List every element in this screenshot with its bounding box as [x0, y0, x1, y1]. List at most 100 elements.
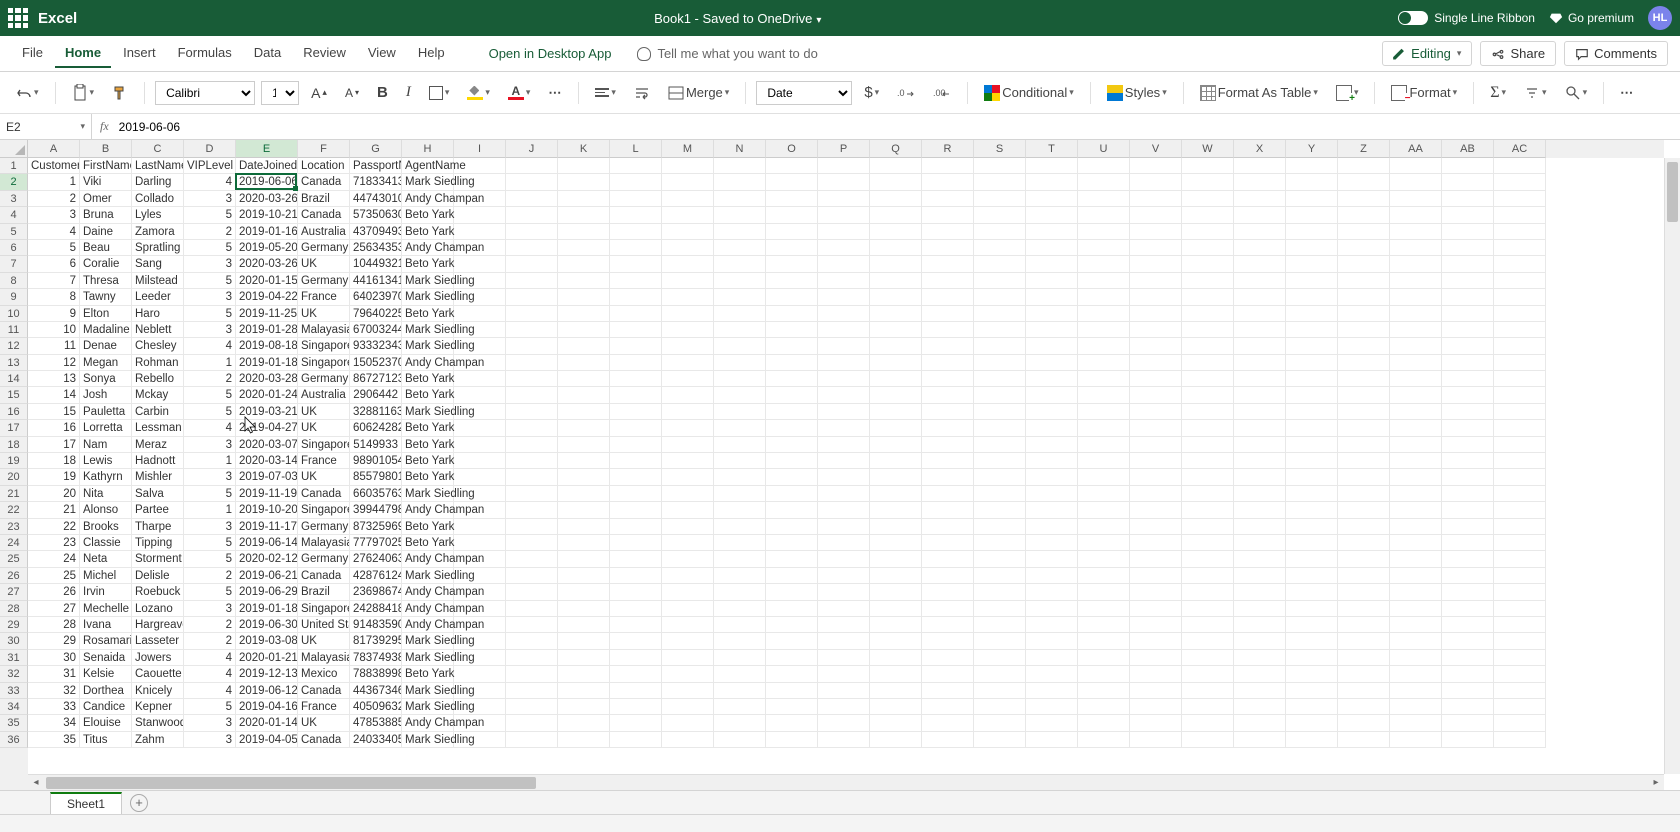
cell[interactable]: Andy Champan [402, 355, 454, 371]
cell[interactable] [1494, 683, 1546, 699]
cell[interactable]: Mark Siedling [402, 699, 454, 715]
cell[interactable] [454, 666, 506, 682]
cell[interactable]: Mark Siedling [402, 568, 454, 584]
cell[interactable] [1338, 584, 1390, 600]
cell[interactable] [1442, 568, 1494, 584]
cell[interactable] [1234, 174, 1286, 190]
cell[interactable]: 5 [184, 486, 236, 502]
cell[interactable] [1234, 666, 1286, 682]
cell[interactable] [610, 158, 662, 174]
cell[interactable]: 86727123 [350, 371, 402, 387]
cell[interactable] [818, 191, 870, 207]
insert-cells-button[interactable]: ▾ [1330, 81, 1365, 105]
cell[interactable]: Milstead [132, 273, 184, 289]
cell[interactable] [610, 289, 662, 305]
row-header[interactable]: 6 [0, 240, 28, 256]
cell[interactable] [766, 469, 818, 485]
cell[interactable] [922, 666, 974, 682]
cell[interactable] [1494, 650, 1546, 666]
cell[interactable] [714, 207, 766, 223]
cell[interactable] [766, 601, 818, 617]
cell[interactable] [1338, 191, 1390, 207]
cell[interactable] [1078, 338, 1130, 354]
cell[interactable] [610, 453, 662, 469]
cell[interactable]: 2019-11-19 [236, 486, 298, 502]
cell[interactable]: Location [298, 158, 350, 174]
cell[interactable]: Beto Yark [402, 666, 454, 682]
cell[interactable] [1442, 732, 1494, 748]
cell[interactable]: Tharpe [132, 519, 184, 535]
cell[interactable] [766, 322, 818, 338]
cell[interactable] [1390, 404, 1442, 420]
cell[interactable] [454, 420, 506, 436]
cell[interactable]: 2020-03-07 [236, 437, 298, 453]
cell[interactable] [766, 519, 818, 535]
cell[interactable]: 5 [184, 551, 236, 567]
cell[interactable] [610, 207, 662, 223]
cell[interactable] [1234, 437, 1286, 453]
cell[interactable] [870, 633, 922, 649]
cell[interactable] [1286, 699, 1338, 715]
cell[interactable]: 3 [184, 715, 236, 731]
cell[interactable]: Tipping [132, 535, 184, 551]
cell[interactable] [1442, 584, 1494, 600]
cell[interactable] [1390, 715, 1442, 731]
cell[interactable]: France [298, 699, 350, 715]
cell[interactable]: 2019-01-18 [236, 355, 298, 371]
cell[interactable]: Andy Champan [402, 617, 454, 633]
cell[interactable] [818, 568, 870, 584]
cell[interactable]: Beto Yark [402, 535, 454, 551]
cell[interactable] [454, 404, 506, 420]
cell[interactable] [610, 666, 662, 682]
editing-mode-button[interactable]: Editing ▾ [1382, 41, 1472, 66]
cell[interactable]: 1 [184, 355, 236, 371]
number-format-select[interactable]: Date [756, 81, 852, 105]
column-header[interactable]: AB [1442, 140, 1494, 158]
cell[interactable]: 4 [184, 174, 236, 190]
cell[interactable] [1182, 256, 1234, 272]
cell[interactable] [1182, 322, 1234, 338]
cell[interactable]: Jowers [132, 650, 184, 666]
cell[interactable] [662, 715, 714, 731]
cell[interactable] [1494, 568, 1546, 584]
cell[interactable]: 2020-03-28 [236, 371, 298, 387]
cell[interactable]: Partee [132, 502, 184, 518]
column-header[interactable]: N [714, 140, 766, 158]
cell[interactable] [1234, 322, 1286, 338]
cell[interactable] [662, 306, 714, 322]
add-sheet-button[interactable]: + [130, 794, 148, 812]
cell[interactable] [1442, 666, 1494, 682]
cell[interactable] [714, 715, 766, 731]
cell[interactable] [1338, 207, 1390, 223]
cell[interactable] [922, 732, 974, 748]
cell[interactable]: 32 [28, 683, 80, 699]
cell[interactable] [1338, 699, 1390, 715]
cell[interactable]: Rohman [132, 355, 184, 371]
cell[interactable]: Lewis [80, 453, 132, 469]
row-header[interactable]: 14 [0, 371, 28, 387]
cell[interactable] [1442, 158, 1494, 174]
cell[interactable] [714, 551, 766, 567]
cell[interactable] [714, 568, 766, 584]
column-header[interactable]: F [298, 140, 350, 158]
cell[interactable] [1130, 601, 1182, 617]
cell[interactable]: 28 [28, 617, 80, 633]
cell[interactable]: 66035763 [350, 486, 402, 502]
cell[interactable]: France [298, 453, 350, 469]
cell[interactable] [558, 404, 610, 420]
cell[interactable] [610, 715, 662, 731]
cell[interactable] [818, 256, 870, 272]
decrease-decimal-button[interactable]: .00 [927, 82, 957, 104]
cell[interactable] [610, 568, 662, 584]
cell[interactable] [454, 207, 506, 223]
spreadsheet-grid[interactable]: ABCDEFGHIJKLMNOPQRSTUVWXYZAAABAC 1234567… [0, 140, 1680, 790]
cell[interactable] [1078, 453, 1130, 469]
cell[interactable] [506, 420, 558, 436]
cell[interactable]: 32881163 [350, 404, 402, 420]
cell[interactable] [974, 240, 1026, 256]
cell[interactable] [818, 420, 870, 436]
cell[interactable]: 34 [28, 715, 80, 731]
cell[interactable] [506, 699, 558, 715]
cell[interactable] [558, 633, 610, 649]
cell[interactable] [506, 289, 558, 305]
